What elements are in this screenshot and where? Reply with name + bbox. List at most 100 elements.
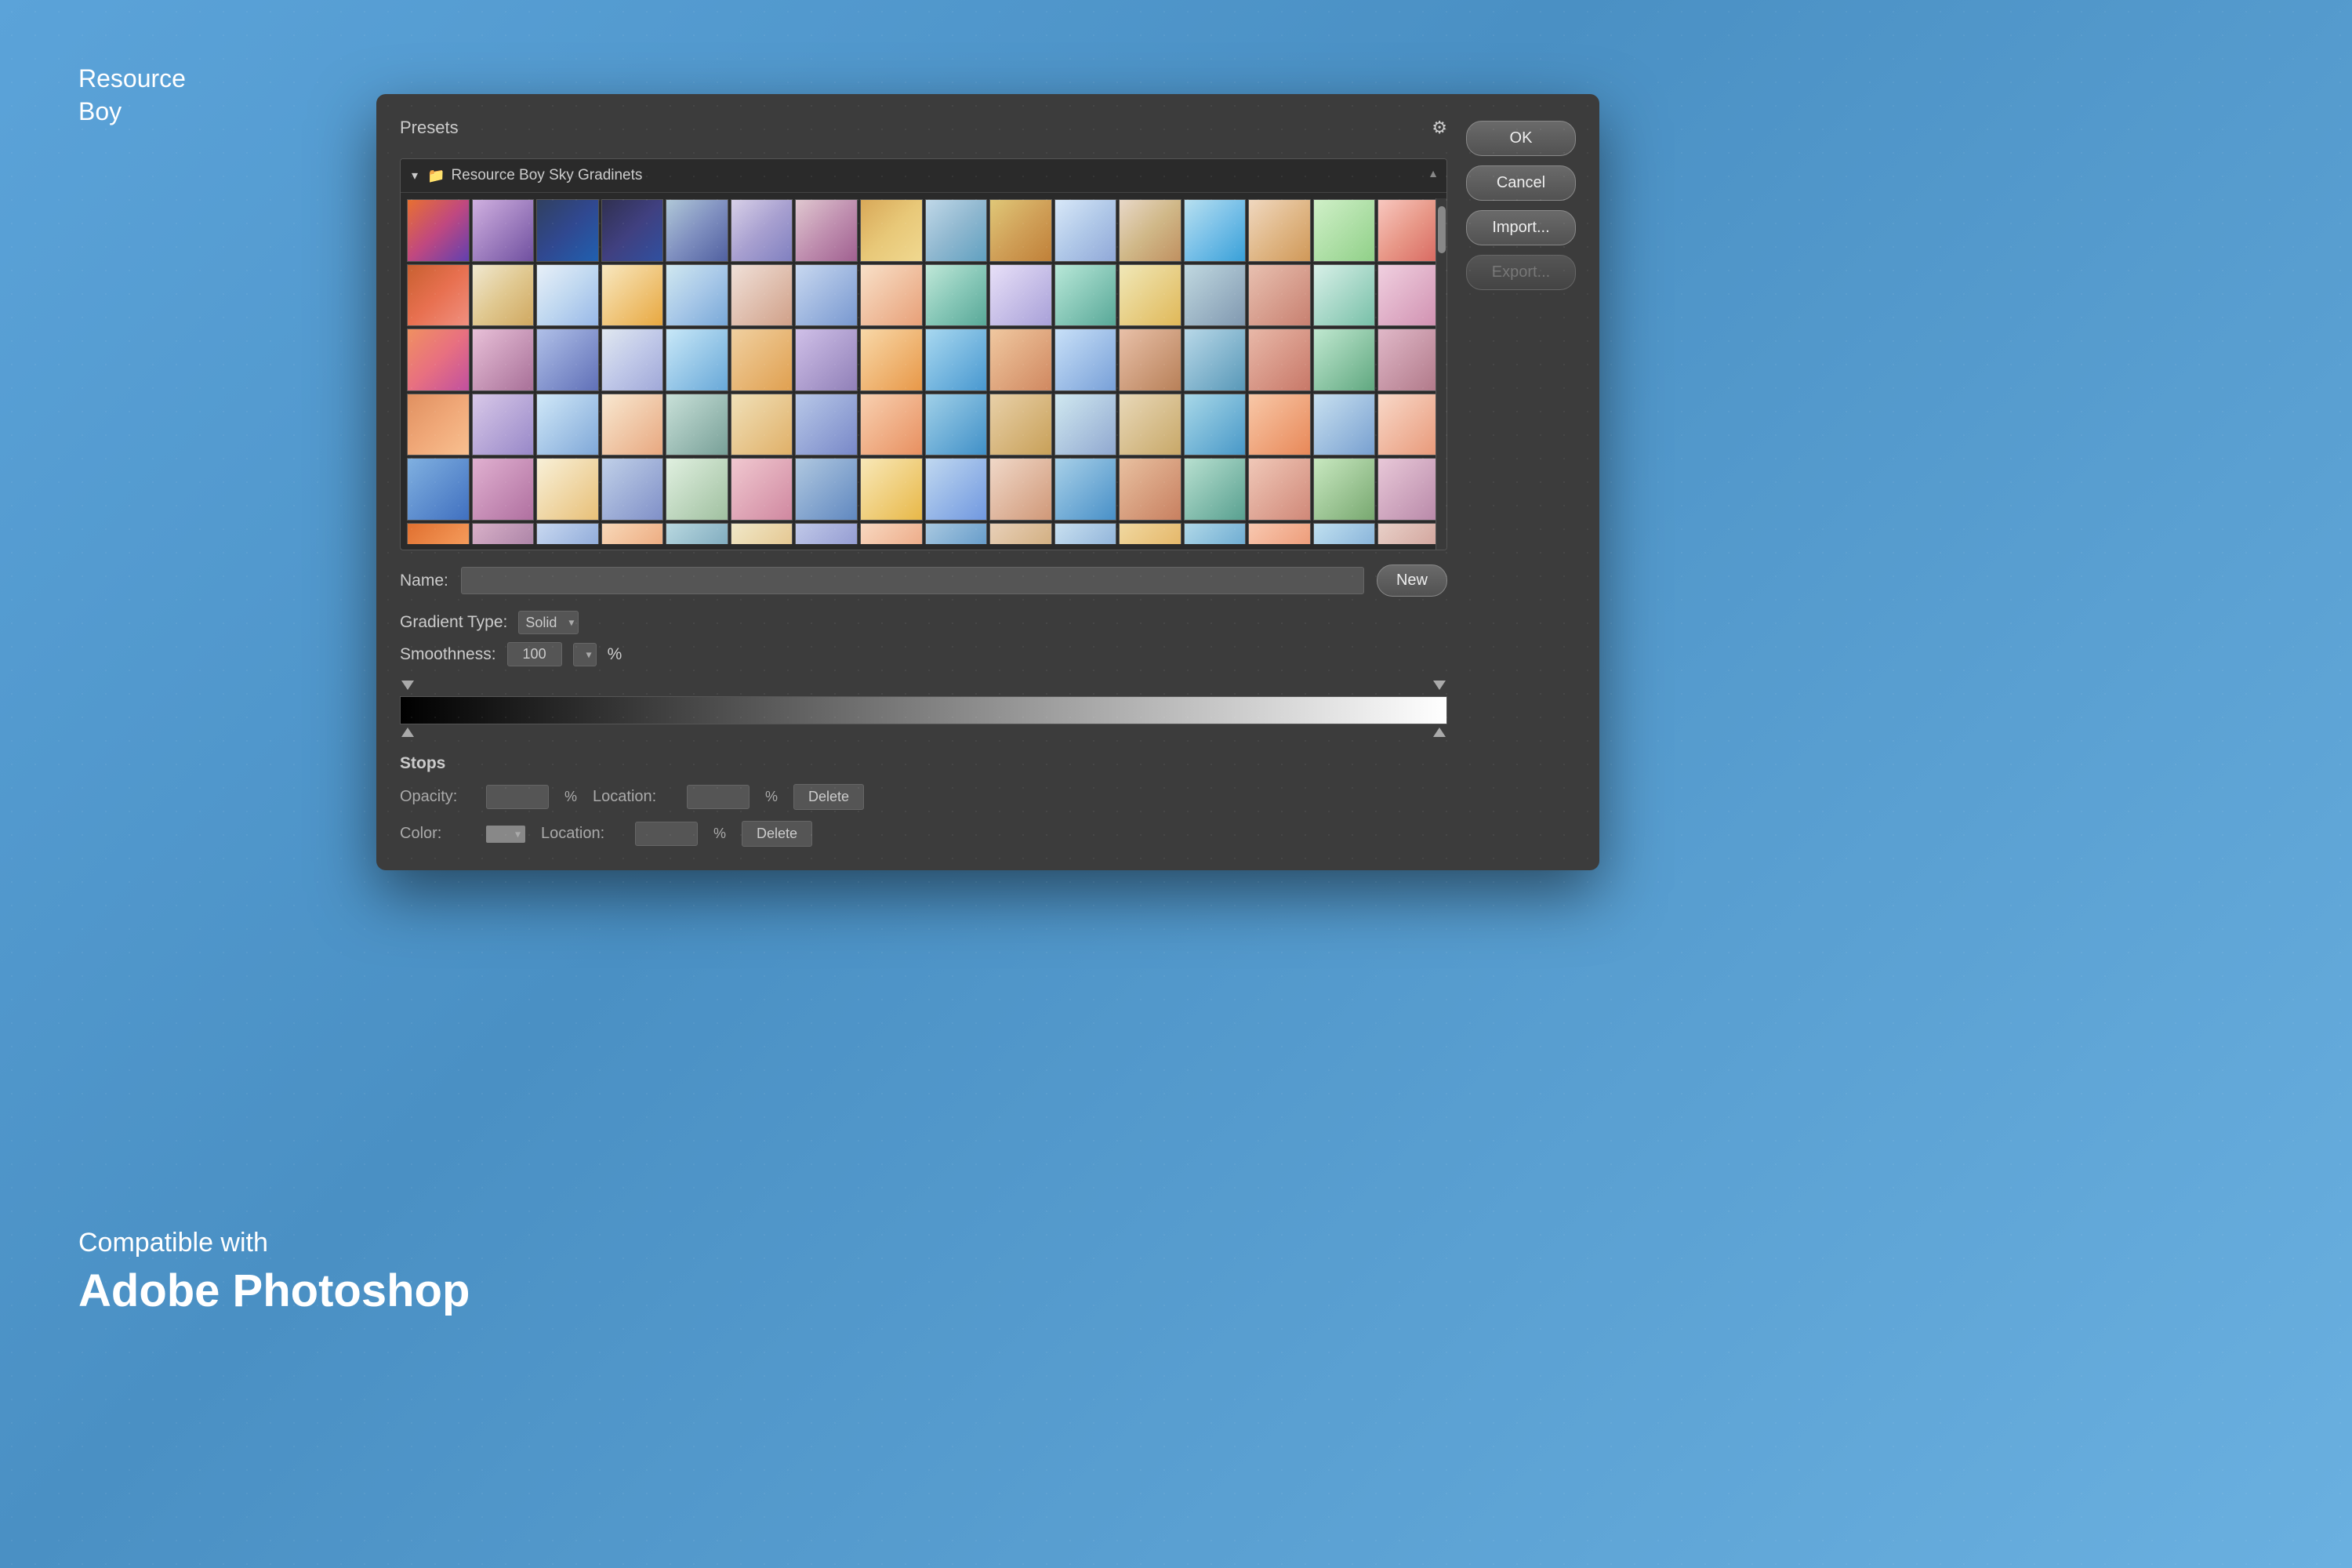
color-swatch[interactable] bbox=[486, 826, 525, 843]
gradient-cell[interactable] bbox=[1313, 199, 1376, 262]
presets-scrollbar[interactable] bbox=[1436, 198, 1446, 550]
gradient-cell[interactable] bbox=[1313, 264, 1376, 327]
gradient-cell[interactable] bbox=[1377, 328, 1440, 391]
gradient-handle-left-top[interactable] bbox=[401, 681, 414, 693]
gradient-cell[interactable] bbox=[731, 458, 793, 521]
gradient-cell[interactable] bbox=[1119, 199, 1181, 262]
color-delete-button[interactable]: Delete bbox=[742, 821, 812, 847]
gradient-cell[interactable] bbox=[1119, 523, 1181, 544]
gradient-cell[interactable] bbox=[1377, 264, 1440, 327]
gradient-cell[interactable] bbox=[1313, 328, 1376, 391]
gradient-cell[interactable] bbox=[925, 458, 988, 521]
presets-folder-row[interactable]: ▾ 📁 Resource Boy Sky Gradinets ▲ bbox=[401, 159, 1446, 193]
gradient-cell[interactable] bbox=[860, 264, 923, 327]
color-location-input[interactable] bbox=[635, 822, 698, 846]
gradient-cell[interactable] bbox=[795, 199, 858, 262]
gradient-cell[interactable] bbox=[1248, 394, 1311, 456]
gradient-cell[interactable] bbox=[1377, 523, 1440, 544]
gradient-cell[interactable] bbox=[601, 394, 664, 456]
gradient-cell[interactable] bbox=[472, 328, 535, 391]
gradient-cell[interactable] bbox=[601, 199, 664, 262]
gradient-cell[interactable] bbox=[1248, 264, 1311, 327]
gradient-cell[interactable] bbox=[1119, 328, 1181, 391]
gradient-bar[interactable] bbox=[400, 696, 1447, 724]
gradient-cell[interactable] bbox=[536, 394, 599, 456]
smoothness-unit-select[interactable]: % bbox=[573, 643, 597, 666]
color-swatch-wrapper[interactable] bbox=[486, 826, 525, 843]
gradient-cell[interactable] bbox=[925, 264, 988, 327]
gradient-cell[interactable] bbox=[1248, 328, 1311, 391]
gradient-cell[interactable] bbox=[407, 264, 470, 327]
gradient-handle-left-bottom[interactable] bbox=[401, 728, 414, 740]
gradient-cell[interactable] bbox=[795, 328, 858, 391]
gradient-cell[interactable] bbox=[1054, 264, 1117, 327]
gradient-cell[interactable] bbox=[472, 458, 535, 521]
gradient-cell[interactable] bbox=[795, 264, 858, 327]
gradient-cell[interactable] bbox=[601, 523, 664, 544]
gradient-cell[interactable] bbox=[989, 199, 1052, 262]
gradient-cell[interactable] bbox=[536, 458, 599, 521]
gradient-cell[interactable] bbox=[1119, 458, 1181, 521]
gradient-cell[interactable] bbox=[601, 264, 664, 327]
gradient-cell[interactable] bbox=[1184, 394, 1247, 456]
name-input[interactable] bbox=[461, 567, 1364, 594]
gradient-cell[interactable] bbox=[666, 328, 728, 391]
gradient-cell[interactable] bbox=[472, 199, 535, 262]
gradient-cell[interactable] bbox=[536, 199, 599, 262]
gradient-cell[interactable] bbox=[731, 523, 793, 544]
gradient-cell[interactable] bbox=[1184, 328, 1247, 391]
gradient-cell[interactable] bbox=[666, 523, 728, 544]
gradient-cell[interactable] bbox=[407, 199, 470, 262]
gradient-cell[interactable] bbox=[536, 523, 599, 544]
gradient-cell[interactable] bbox=[407, 328, 470, 391]
gradient-cell[interactable] bbox=[1248, 523, 1311, 544]
opacity-location-input[interactable] bbox=[687, 785, 750, 809]
gradient-cell[interactable] bbox=[1054, 328, 1117, 391]
gradient-cell[interactable] bbox=[601, 458, 664, 521]
gradient-cell[interactable] bbox=[1119, 394, 1181, 456]
gradient-cell[interactable] bbox=[666, 264, 728, 327]
export-button[interactable]: Export... bbox=[1466, 255, 1576, 290]
scroll-up-arrow[interactable]: ▲ bbox=[1428, 167, 1439, 180]
gradient-cell[interactable] bbox=[925, 523, 988, 544]
gradient-type-dropdown-wrapper[interactable]: Solid Noise bbox=[518, 611, 579, 634]
gradient-cell[interactable] bbox=[472, 394, 535, 456]
gradient-cell[interactable] bbox=[1377, 199, 1440, 262]
gradient-cell[interactable] bbox=[1184, 264, 1247, 327]
gradient-cell[interactable] bbox=[666, 199, 728, 262]
gradient-cell[interactable] bbox=[1377, 394, 1440, 456]
gradient-cell[interactable] bbox=[925, 328, 988, 391]
gradient-cell[interactable] bbox=[407, 458, 470, 521]
gradient-cell[interactable] bbox=[925, 394, 988, 456]
gradient-cell[interactable] bbox=[731, 264, 793, 327]
gradient-cell[interactable] bbox=[1184, 458, 1247, 521]
gradient-cell[interactable] bbox=[472, 523, 535, 544]
gradient-cell[interactable] bbox=[989, 458, 1052, 521]
gradient-cell[interactable] bbox=[666, 394, 728, 456]
gradient-cell[interactable] bbox=[1054, 458, 1117, 521]
gradient-cell[interactable] bbox=[1054, 394, 1117, 456]
gradient-cell[interactable] bbox=[860, 458, 923, 521]
gradient-cell[interactable] bbox=[731, 394, 793, 456]
gradient-handle-right-top[interactable] bbox=[1433, 681, 1446, 693]
gradient-cell[interactable] bbox=[860, 328, 923, 391]
gradient-cell[interactable] bbox=[1184, 199, 1247, 262]
gradient-handle-right-bottom[interactable] bbox=[1433, 728, 1446, 740]
gradient-cell[interactable] bbox=[1248, 199, 1311, 262]
gradient-cell[interactable] bbox=[407, 394, 470, 456]
gradient-cell[interactable] bbox=[1313, 458, 1376, 521]
gradient-cell[interactable] bbox=[860, 523, 923, 544]
gradient-cell[interactable] bbox=[989, 264, 1052, 327]
gradient-cell[interactable] bbox=[1313, 394, 1376, 456]
import-button[interactable]: Import... bbox=[1466, 210, 1576, 245]
gradient-cell[interactable] bbox=[666, 458, 728, 521]
gradient-cell[interactable] bbox=[860, 199, 923, 262]
scroll-thumb[interactable] bbox=[1438, 206, 1446, 253]
gradient-cell[interactable] bbox=[601, 328, 664, 391]
gradient-cell[interactable] bbox=[1248, 458, 1311, 521]
gradient-cell[interactable] bbox=[795, 394, 858, 456]
smoothness-dropdown-wrapper[interactable]: % bbox=[573, 643, 597, 666]
smoothness-input[interactable] bbox=[507, 642, 562, 666]
gradient-cell[interactable] bbox=[731, 199, 793, 262]
gradient-cell[interactable] bbox=[795, 458, 858, 521]
